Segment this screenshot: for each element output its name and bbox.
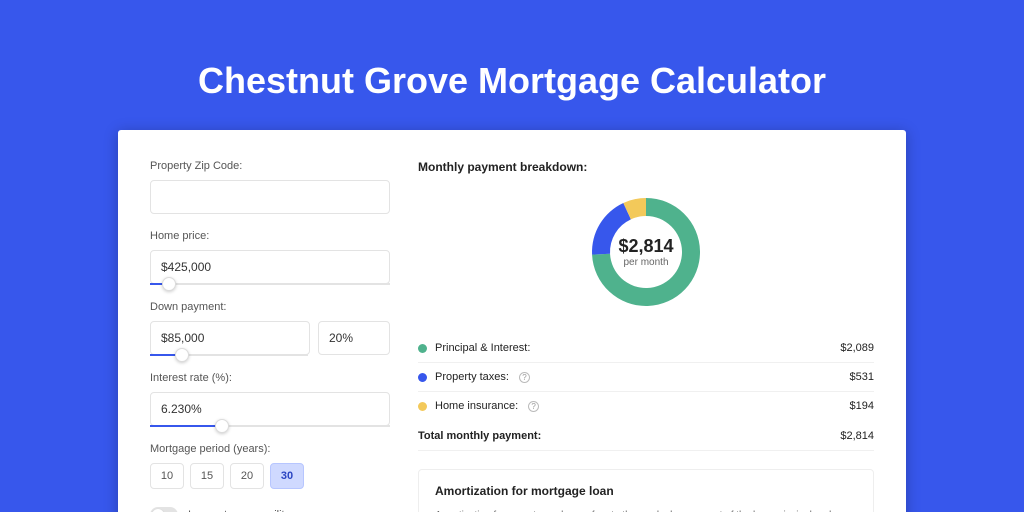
period-button-10[interactable]: 10 xyxy=(150,463,184,489)
down-slider[interactable] xyxy=(150,354,308,356)
breakdown-row: Principal & Interest: $2,089 xyxy=(418,334,874,363)
veteran-toggle[interactable] xyxy=(150,507,178,512)
breakdown-row: Home insurance:? $194 xyxy=(418,392,874,420)
donut-chart: $2,814 per month xyxy=(584,190,708,314)
amort-body: Amortization for a mortgage loan refers … xyxy=(435,508,857,512)
total-value: $2,814 xyxy=(840,430,874,442)
veteran-toggle-row: I am veteran or military xyxy=(150,507,390,512)
donut-sub: per month xyxy=(618,257,673,268)
legend-dot xyxy=(418,373,427,382)
info-icon[interactable]: ? xyxy=(519,372,530,383)
breakdown-value: $194 xyxy=(850,400,874,412)
rate-label: Interest rate (%): xyxy=(150,372,390,384)
zip-input[interactable] xyxy=(150,180,390,214)
total-row: Total monthly payment: $2,814 xyxy=(418,420,874,451)
breakdown-label: Property taxes: xyxy=(435,371,509,383)
info-icon[interactable]: ? xyxy=(528,401,539,412)
down-field-group: Down payment: xyxy=(150,301,390,356)
period-button-15[interactable]: 15 xyxy=(190,463,224,489)
rate-input[interactable] xyxy=(150,392,390,426)
period-field-group: Mortgage period (years): 10152030 xyxy=(150,443,390,489)
rate-slider-thumb[interactable] xyxy=(215,419,229,433)
donut-chart-wrap: $2,814 per month xyxy=(418,190,874,314)
breakdown-label: Principal & Interest: xyxy=(435,342,530,354)
breakdown-value: $531 xyxy=(850,371,874,383)
breakdown-label: Home insurance: xyxy=(435,400,518,412)
down-label: Down payment: xyxy=(150,301,390,313)
period-button-30[interactable]: 30 xyxy=(270,463,304,489)
period-label: Mortgage period (years): xyxy=(150,443,390,455)
breakdown-panel: Monthly payment breakdown: $2,814 per mo… xyxy=(418,160,874,512)
price-label: Home price: xyxy=(150,230,390,242)
down-amount-input[interactable] xyxy=(150,321,310,355)
price-slider-thumb[interactable] xyxy=(162,277,176,291)
donut-total: $2,814 xyxy=(618,236,673,257)
legend-dot xyxy=(418,344,427,353)
price-field-group: Home price: xyxy=(150,230,390,285)
period-button-20[interactable]: 20 xyxy=(230,463,264,489)
legend-dot xyxy=(418,402,427,411)
calculator-card: Property Zip Code: Home price: Down paym… xyxy=(118,130,906,512)
breakdown-row: Property taxes:? $531 xyxy=(418,363,874,392)
breakdown-title: Monthly payment breakdown: xyxy=(418,160,874,174)
total-label: Total monthly payment: xyxy=(418,430,541,442)
page-title: Chestnut Grove Mortgage Calculator xyxy=(0,0,1024,130)
breakdown-value: $2,089 xyxy=(840,342,874,354)
amortization-box: Amortization for mortgage loan Amortizat… xyxy=(418,469,874,512)
zip-label: Property Zip Code: xyxy=(150,160,390,172)
price-slider[interactable] xyxy=(150,283,390,285)
rate-slider[interactable] xyxy=(150,425,390,427)
rate-field-group: Interest rate (%): xyxy=(150,372,390,427)
down-slider-thumb[interactable] xyxy=(175,348,189,362)
zip-field-group: Property Zip Code: xyxy=(150,160,390,214)
amort-title: Amortization for mortgage loan xyxy=(435,484,857,498)
price-input[interactable] xyxy=(150,250,390,284)
input-panel: Property Zip Code: Home price: Down paym… xyxy=(150,160,390,512)
down-percent-input[interactable] xyxy=(318,321,390,355)
